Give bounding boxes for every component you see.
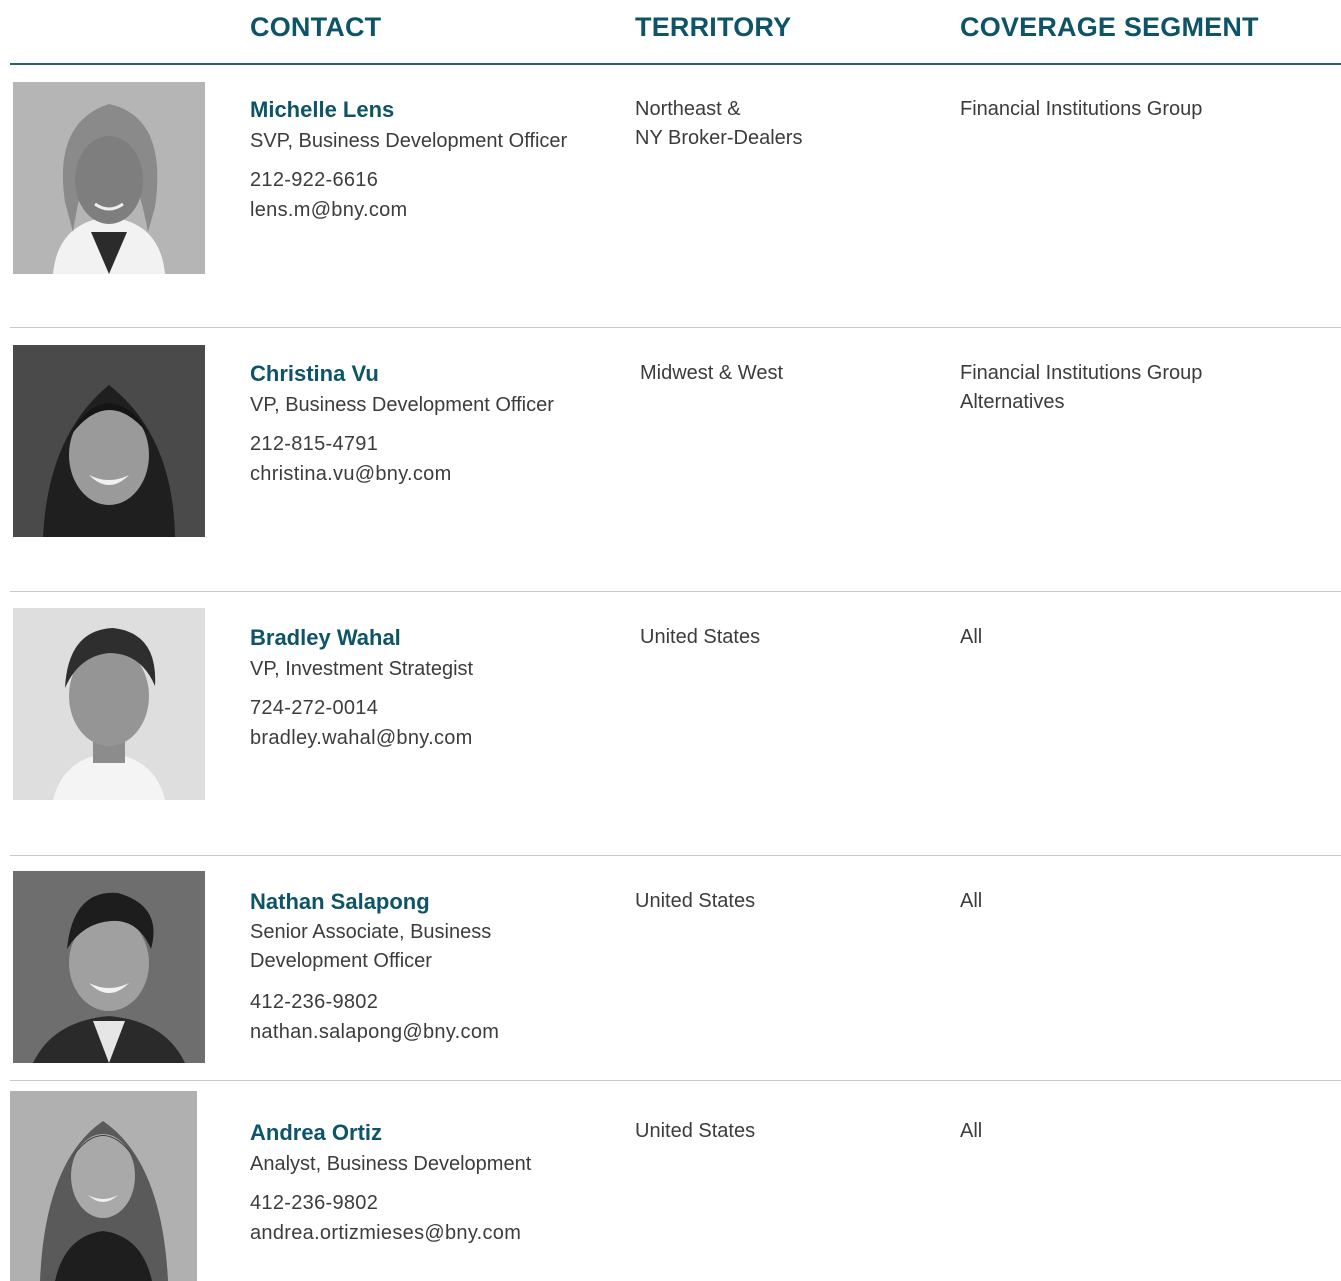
row-divider — [10, 855, 1341, 856]
contact-email[interactable]: bradley.wahal@bny.com — [250, 727, 473, 750]
contact-email[interactable]: christina.vu@bny.com — [250, 463, 452, 486]
contact-title: SVP, Business Development Officer — [250, 130, 568, 152]
territory-column-header: TERRITORY — [635, 12, 792, 42]
portrait-image — [13, 608, 205, 800]
coverage-segment-column-header: COVERAGE SEGMENT — [960, 12, 1259, 42]
contact-photo — [13, 82, 205, 274]
portrait-image — [13, 345, 205, 537]
contact-name: Bradley Wahal — [250, 625, 401, 650]
territory-line: NY Broker-Dealers — [635, 127, 803, 149]
portrait-image — [10, 1091, 197, 1281]
contact-phone: 212-815-4791 — [250, 433, 379, 455]
segment-line: All — [960, 1120, 983, 1142]
portrait-image — [13, 82, 205, 274]
contact-email[interactable]: lens.m@bny.com — [250, 199, 408, 222]
segment-line: Financial Institutions Group — [960, 362, 1203, 384]
contact-title: Analyst, Business Development — [250, 1153, 532, 1175]
contact-title: Senior Associate, Business Development O… — [250, 921, 492, 972]
contact-photo — [13, 608, 205, 800]
contact-name: Andrea Ortiz — [250, 1120, 383, 1145]
contact-title: VP, Business Development Officer — [250, 394, 554, 416]
territory-line: United States — [635, 890, 756, 912]
contact-name: Christina Vu — [250, 361, 379, 386]
table-header: CONTACT TERRITORY COVERAGE SEGMENT — [0, 0, 1341, 66]
contact-phone: 212-922-6616 — [250, 169, 379, 191]
contact-email[interactable]: nathan.salapong@bny.com — [250, 1021, 499, 1044]
segment-line: All — [960, 626, 983, 648]
contact-email[interactable]: andrea.ortizmieses@bny.com — [250, 1222, 521, 1245]
contact-phone: 412-236-9802 — [250, 1192, 379, 1214]
segment-line: All — [960, 890, 983, 912]
row-divider — [10, 591, 1341, 592]
territory-line: United States — [640, 626, 761, 648]
segment-line: Alternatives — [960, 391, 1065, 413]
contact-title: VP, Investment Strategist — [250, 658, 474, 680]
contact-name: Michelle Lens — [250, 97, 395, 122]
row-divider — [10, 1080, 1341, 1081]
segment-line: Financial Institutions Group — [960, 98, 1203, 120]
contact-photo — [13, 871, 205, 1063]
territory-line: Midwest & West — [640, 362, 783, 384]
territory-line: Northeast & — [635, 98, 741, 120]
row-divider — [10, 327, 1341, 328]
contact-name: Nathan Salapong — [250, 889, 430, 914]
contact-column-header: CONTACT — [250, 12, 382, 42]
territory-line: United States — [635, 1120, 756, 1142]
header-divider — [10, 63, 1341, 65]
contact-photo — [10, 1091, 197, 1281]
portrait-image — [13, 871, 205, 1063]
contact-photo — [13, 345, 205, 537]
contact-phone: 724-272-0014 — [250, 697, 379, 719]
contact-phone: 412-236-9802 — [250, 991, 379, 1013]
